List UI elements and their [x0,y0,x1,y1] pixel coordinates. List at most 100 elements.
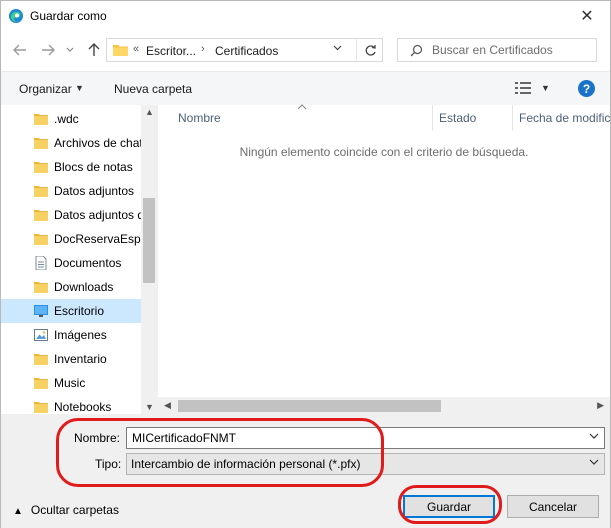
file-type-dropdown-icon[interactable] [589,458,599,469]
nav-item[interactable]: .wdc [1,107,141,131]
folder-icon [34,136,48,150]
address-bar[interactable]: « Escritor... › Certificados [106,38,383,62]
arrow-left-icon [13,44,26,56]
navigation-pane: .wdc Archivos de chat Blocs de notas Datos … [1,105,157,414]
folder-icon [34,400,48,414]
column-header-label: Estado [439,111,477,125]
folder-icon [113,45,128,56]
column-header-nombre[interactable]: Nombre [158,104,433,131]
file-name-dropdown-icon[interactable] [589,432,599,443]
nav-item-label: Datos adjuntos d [54,208,145,222]
breadcrumb-segment-escritorio[interactable]: Escritor... [146,44,196,58]
scroll-down-icon[interactable]: ▼ [145,402,154,412]
nav-item-label: Archivos de chat [54,136,143,150]
pictures-icon [34,328,48,342]
breadcrumb-separator-icon[interactable]: › [201,43,205,55]
file-list-horizontal-scrollbar[interactable]: ◀ ▶ [158,397,610,414]
nav-pane-scrollbar[interactable]: ▲ ▼ [141,105,157,414]
file-list-pane: Nombre Estado Fecha de modific Ningún el… [158,104,610,414]
document-folder-icon [34,255,48,271]
breadcrumb-segment-certificados[interactable]: Certificados [215,44,278,58]
nav-item-label: Documentos [54,256,122,270]
chevron-down-icon [333,45,342,51]
scroll-up-icon[interactable]: ▲ [145,107,154,117]
nav-item-label: Blocs de notas [54,160,133,174]
nav-item[interactable]: DocReservaEspa [1,227,147,251]
nav-item[interactable]: Documentos [1,251,141,275]
up-button[interactable] [85,41,103,59]
hide-folders-toggle[interactable]: ▲ Ocultar carpetas [13,503,119,517]
nav-item-label: Downloads [54,280,114,294]
nav-item[interactable]: Notebooks [1,395,141,414]
new-folder-button[interactable]: Nueva carpeta [114,82,192,96]
folder-icon [34,160,48,174]
help-button[interactable]: ? [578,80,595,97]
empty-results-message: Ningún elemento coincide con el criterio… [239,145,529,159]
nav-item-label: Music [54,376,86,390]
nav-item[interactable]: Imágenes [1,323,141,347]
column-header-fecha[interactable]: Fecha de modific [513,105,610,131]
address-dropdown-button[interactable] [333,43,342,54]
edge-browser-icon [9,9,23,23]
recent-locations-button[interactable] [64,41,76,59]
chevron-down-icon [589,433,599,439]
column-header-estado[interactable]: Estado [433,105,513,131]
type-label: Tipo: [95,457,122,471]
view-options-icon[interactable] [515,81,531,95]
nav-item[interactable]: Datos adjuntos d [1,203,145,227]
folder-icon [34,352,48,366]
nav-item[interactable]: Downloads [1,275,141,299]
overflow-chevron-icon[interactable]: « [133,43,139,55]
search-icon [410,44,423,57]
nav-item[interactable]: Music [1,371,141,395]
folder-icon [34,112,48,126]
back-button[interactable] [11,41,29,59]
nav-item-label: Escritorio [54,304,105,318]
search-box[interactable] [397,38,597,62]
arrow-right-icon [42,44,55,56]
navigation-bar: « Escritor... › Certificados [1,31,610,71]
refresh-icon [365,44,376,56]
nav-item-label: Datos adjuntos [54,184,135,198]
file-name-input[interactable] [132,430,572,446]
chevron-down-icon [66,47,74,52]
title-bar: Guardar como ✕ [1,1,610,31]
column-header-label: Fecha de modific [519,111,610,125]
scrollbar-thumb[interactable] [143,198,155,283]
folder-icon [34,232,48,246]
nav-item-label: .wdc [54,112,79,126]
folder-icon [34,208,48,222]
file-type-select[interactable]: Intercambio de información personal (*.p… [126,453,605,475]
scrollbar-thumb[interactable] [178,400,441,412]
nav-item[interactable]: Blocs de notas [1,155,141,179]
nav-item[interactable]: Archivos de chat [1,131,143,155]
chevron-down-icon [589,459,599,465]
forward-button[interactable] [39,41,57,59]
nav-item-label: Imágenes [54,328,107,342]
organize-button[interactable]: Organizar [19,82,72,96]
folder-icon [34,376,48,390]
nav-item[interactable]: Escritorio [1,299,141,323]
nav-item[interactable]: Inventario [1,347,141,371]
column-header-label: Nombre [178,111,221,125]
folder-icon [34,184,48,198]
scroll-left-icon[interactable]: ◀ [164,400,171,411]
command-toolbar: Organizar ▼ Nueva carpeta ▼ ? [1,71,610,105]
cancel-button[interactable]: Cancelar [507,495,599,518]
folder-icon [34,280,48,294]
save-button[interactable]: Guardar [403,495,495,518]
file-name-combobox[interactable] [126,427,605,449]
refresh-button[interactable] [356,39,383,61]
close-icon: ✕ [580,8,594,25]
search-input[interactable] [432,42,592,58]
organize-dropdown-icon[interactable]: ▼ [75,83,84,93]
window-title: Guardar como [30,9,107,23]
view-dropdown-icon[interactable]: ▼ [541,83,550,93]
file-type-value: Intercambio de información personal (*.p… [131,457,361,471]
scroll-right-icon[interactable]: ▶ [597,400,604,411]
close-button[interactable]: ✕ [564,1,610,31]
nav-item-label: Inventario [54,352,107,366]
save-as-dialog: Guardar como ✕ « Escritor... › Certifica… [0,0,611,528]
nav-item[interactable]: Datos adjuntos [1,179,141,203]
name-label: Nombre: [74,431,121,445]
